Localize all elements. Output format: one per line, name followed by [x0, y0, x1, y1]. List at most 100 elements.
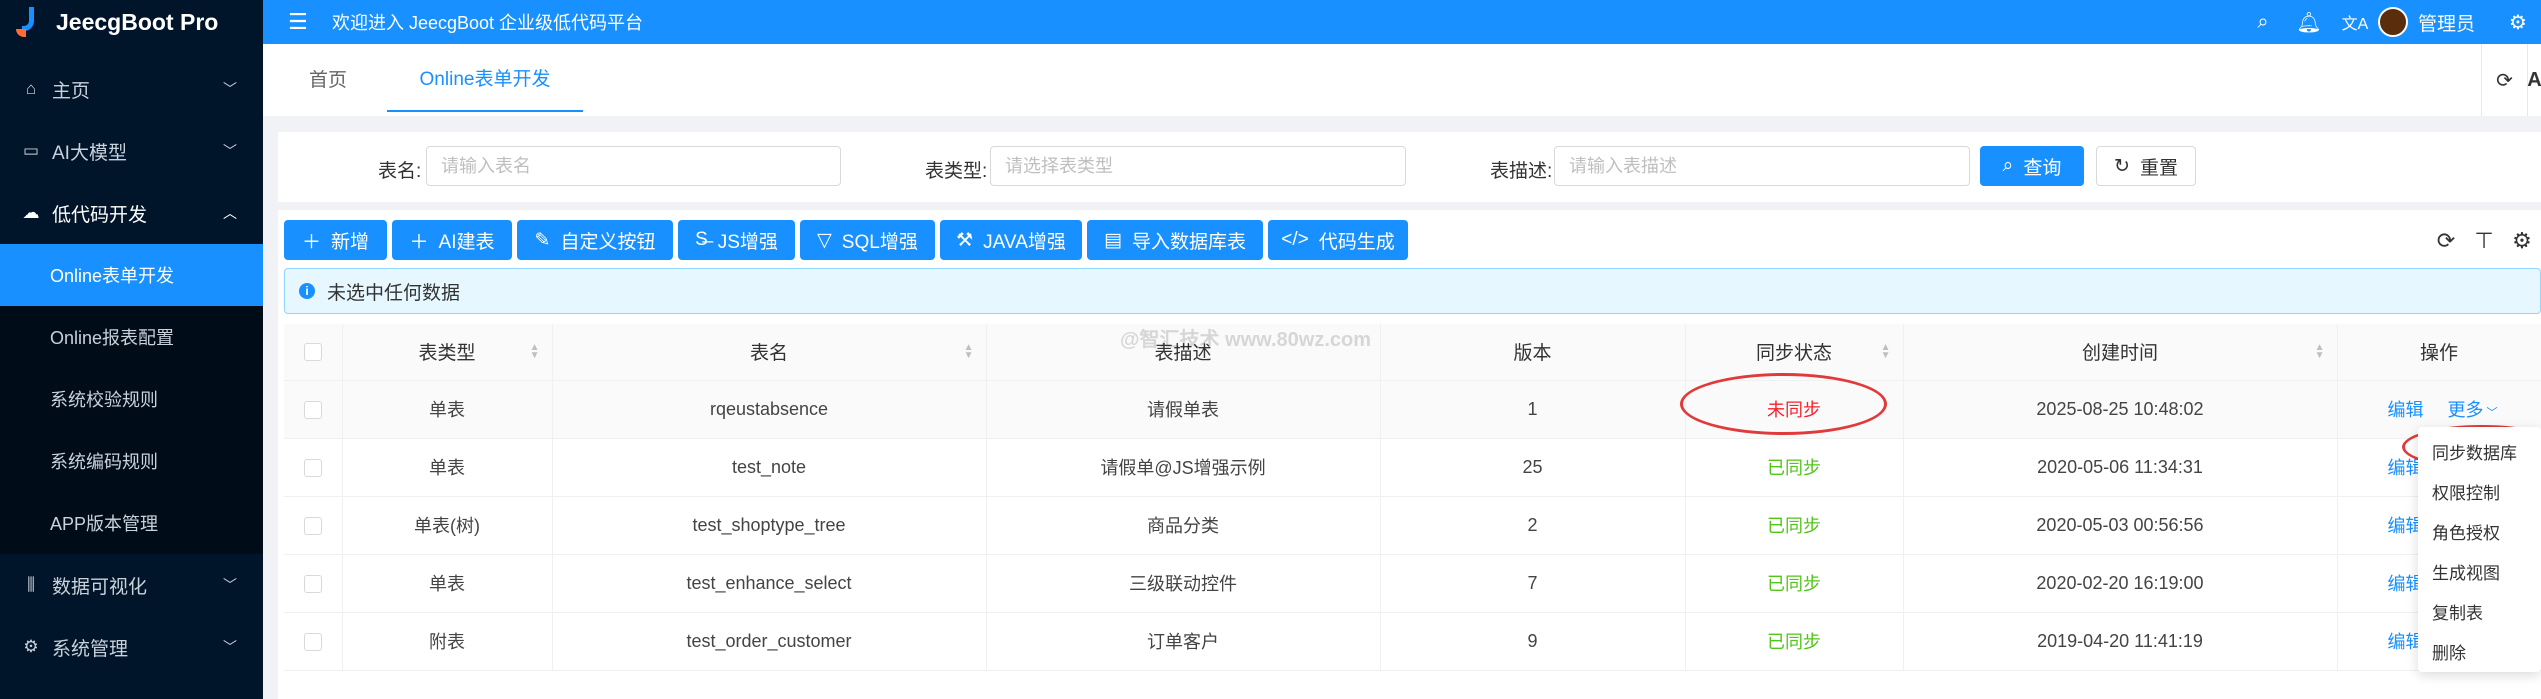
sidebar-item-label: 系统管理 [52, 638, 129, 660]
select-all-checkbox-cell[interactable] [284, 324, 343, 381]
custom-button-button[interactable]: ✎ 自定义按钮 [517, 220, 673, 260]
col-name-header[interactable]: 表名 ▲ ▼ [552, 324, 987, 381]
query-button[interactable]: ⌕ 查询 [1980, 146, 2084, 186]
cell-desc: 请假单表 [986, 380, 1381, 439]
sidebar-item-ai[interactable]: ▭ AI大模型 ﹀ [0, 120, 263, 182]
ai-create-table-button[interactable]: ＋ AI建表 [392, 220, 512, 260]
cell-type: 单表 [342, 380, 553, 439]
settings-icon[interactable]: ⚙ [2495, 10, 2541, 35]
cell-desc: 三级联动控件 [986, 554, 1381, 613]
row-checkbox[interactable] [303, 458, 322, 477]
more-actions-dropdown: 同步数据库 权限控制 角色授权 生成视图 复制表 删除 [2418, 427, 2541, 672]
table-row[interactable]: 单表 test_enhance_select 三级联动控件 7 已同步 2020… [284, 554, 2541, 613]
menu-item-gen-view[interactable]: 生成视图 [2418, 551, 2541, 591]
sidebar-item-dataviz[interactable]: ⫼ 数据可视化 ﹀ [0, 554, 263, 616]
row-checkbox[interactable] [303, 632, 322, 651]
sidebar-item-code-rules[interactable]: 系统编码规则 [0, 430, 263, 492]
menu-item-copy-table[interactable]: 复制表 [2418, 591, 2541, 631]
table-row[interactable]: 单表 rqeustabsence 请假单表 1 未同步 2025-08-25 1… [284, 380, 2541, 439]
hammer-icon: ⚒ [956, 229, 974, 251]
username[interactable]: 管理员 [2418, 9, 2475, 36]
table-row[interactable]: 附表 test_order_customer 订单客户 9 已同步 2019-0… [284, 612, 2541, 671]
cell-name: rqeustabsence [552, 380, 987, 439]
cell-desc: 商品分类 [986, 496, 1381, 555]
table-header-row: 表类型 ▲ ▼ 表名 ▲ ▼ 表描述 版本 同步状态 ▲ ▼ 创建时间 ▲ ▼ 操作 [284, 324, 2541, 381]
chart-icon: ⫼ [27, 575, 35, 594]
tab-tools: ⟳ A [2481, 44, 2541, 116]
cell-type: 附表 [342, 612, 553, 671]
column-height-icon[interactable]: ⊤ [2465, 228, 2503, 254]
table-icon: ▤ [1104, 229, 1122, 251]
tab-home[interactable]: 首页 [275, 44, 381, 112]
home-icon: ⌂ [25, 79, 37, 98]
edit-link[interactable]: 编辑 [2388, 400, 2424, 420]
table-desc-input[interactable]: 请输入表描述 [1554, 146, 1970, 186]
sql-enhance-button[interactable]: ▽ SQL增强 [800, 220, 935, 260]
filter-icon: ▽ [817, 229, 832, 251]
sidebar-item-check-rules[interactable]: 系统校验规则 [0, 368, 263, 430]
sort-icon[interactable]: ▲ ▼ [964, 343, 974, 361]
sidebar-item-label: AI大模型 [52, 142, 127, 164]
sidebar-item-app-version[interactable]: APP版本管理 [0, 492, 263, 554]
table-type-label: 表类型: [925, 161, 988, 182]
row-checkbox[interactable] [303, 400, 322, 419]
menu-item-role-auth[interactable]: 角色授权 [2418, 511, 2541, 551]
sort-icon[interactable]: ▲ ▼ [2315, 343, 2325, 361]
plus-icon: ＋ [301, 231, 321, 253]
tab-online-form[interactable]: Online表单开发 [387, 44, 583, 112]
avatar[interactable] [2377, 7, 2408, 37]
refresh-icon[interactable]: ⟳ [2481, 44, 2527, 116]
refresh-icon[interactable]: ⟳ [2427, 228, 2465, 254]
bell-icon[interactable]: 🔔︎ [2286, 10, 2332, 35]
language-icon[interactable]: 文A [2332, 10, 2378, 34]
header-actions: ⌕ 🔔︎ 文A 管理员 ⚙ [2240, 0, 2541, 44]
table-name-input[interactable]: 请输入表名 [426, 146, 841, 186]
menu-fold-icon[interactable]: ☰ [288, 9, 312, 35]
sidebar-item-lowcode[interactable]: ☁ 低代码开发 ︿ [0, 182, 263, 244]
settings-icon[interactable]: ⚙ [2503, 228, 2541, 254]
col-sync-header[interactable]: 同步状态 ▲ ▼ [1685, 324, 1904, 381]
col-type-header[interactable]: 表类型 ▲ ▼ [342, 324, 553, 381]
cell-created: 2020-02-20 16:19:00 [1903, 554, 2338, 613]
sidebar-item-online-form[interactable]: Online表单开发 [0, 244, 263, 306]
table-row[interactable]: 单表 test_note 请假单@JS增强示例 25 已同步 2020-05-0… [284, 438, 2541, 497]
col-created-header[interactable]: 创建时间 ▲ ▼ [1903, 324, 2338, 381]
top-header: ☰ 欢迎进入 JeecgBoot 企业级低代码平台 ⌕ 🔔︎ 文A 管理员 ⚙ [263, 0, 2541, 44]
menu-item-sync-db[interactable]: 同步数据库 [2418, 431, 2541, 471]
code-generate-button[interactable]: </> 代码生成 [1268, 220, 1408, 260]
reset-button[interactable]: ↻ 重置 [2096, 146, 2196, 186]
sort-icon[interactable]: ▲ ▼ [1881, 343, 1891, 361]
java-enhance-button[interactable]: ⚒ JAVA增强 [940, 220, 1082, 260]
cell-version: 1 [1380, 380, 1686, 439]
search-icon[interactable]: ⌕ [2240, 11, 2286, 34]
sidebar-item-online-report[interactable]: Online报表配置 [0, 306, 263, 368]
js-enhance-button[interactable]: S̶ JS增强 [678, 220, 795, 260]
cell-desc: 请假单@JS增强示例 [986, 438, 1381, 497]
sort-icon[interactable]: ▲ ▼ [530, 343, 540, 361]
import-table-button[interactable]: ▤ 导入数据库表 [1087, 220, 1263, 260]
row-checkbox[interactable] [303, 516, 322, 535]
select-all-checkbox[interactable] [303, 342, 322, 361]
tab-bar: 首页 Online表单开发 ⟳ A [263, 44, 2541, 116]
row-checkbox[interactable] [303, 574, 322, 593]
menu-item-permission[interactable]: 权限控制 [2418, 471, 2541, 511]
table-type-select[interactable]: 请选择表类型 [990, 146, 1406, 186]
sidebar-item-system[interactable]: ⚙ 系统管理 ﹀ [0, 616, 263, 678]
app-logo[interactable]: JeecgBoot Pro [0, 0, 263, 44]
sidebar-item-label: 主页 [52, 80, 91, 102]
cell-version: 2 [1380, 496, 1686, 555]
cell-type: 单表 [342, 438, 553, 497]
app-title: JeecgBoot Pro [56, 8, 219, 35]
add-button[interactable]: ＋新增 [284, 220, 387, 260]
plus-icon: ＋ [409, 231, 429, 253]
cell-desc: 订单客户 [986, 612, 1381, 671]
tab-overflow[interactable]: A [2527, 44, 2541, 116]
online-form-table: 表类型 ▲ ▼ 表名 ▲ ▼ 表描述 版本 同步状态 ▲ ▼ 创建时间 ▲ ▼ 操作 单表 rq… [284, 324, 2541, 671]
menu-item-delete[interactable]: 删除 [2418, 631, 2541, 671]
table-tools: ⟳ ⊤ ⚙ [2427, 228, 2541, 254]
search-icon: ⌕ [2002, 155, 2014, 176]
sidebar-item-home[interactable]: ⌂ 主页 ﹀ [0, 58, 263, 120]
welcome-text: 欢迎进入 JeecgBoot 企业级低代码平台 [332, 13, 644, 33]
table-row[interactable]: 单表(树) test_shoptype_tree 商品分类 2 已同步 2020… [284, 496, 2541, 555]
more-link[interactable]: 更多 ﹀ [2448, 400, 2498, 420]
